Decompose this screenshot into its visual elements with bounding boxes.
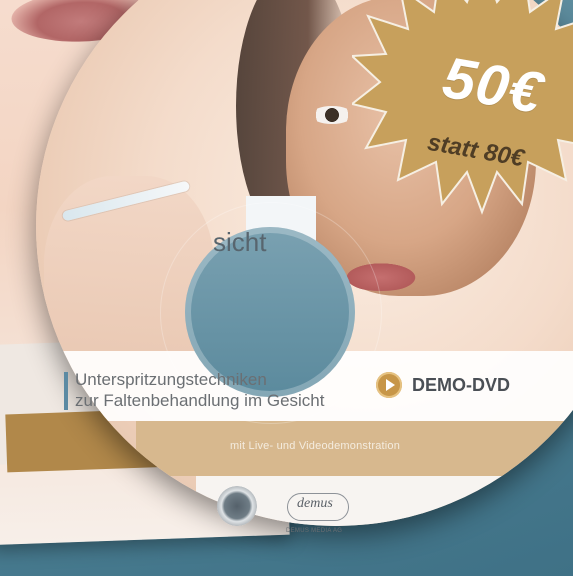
- title-accent-bar: [64, 372, 68, 410]
- disc-subtitle: mit Live- und Videodemonstration: [230, 440, 401, 452]
- society-seal-icon: [217, 486, 257, 526]
- demo-dvd-label: DEMO-DVD: [376, 372, 510, 398]
- publisher-name: DEMUS MEDIA AG: [286, 528, 343, 534]
- publisher-logo-text: demus: [297, 496, 333, 511]
- disc-title-line2: zur Faltenbehandlung im Gesicht: [75, 391, 325, 410]
- model-eye: [311, 106, 353, 124]
- play-icon: [376, 372, 402, 398]
- partial-title: sicht: [213, 227, 267, 257]
- demo-dvd-text: DEMO-DVD: [412, 374, 510, 395]
- disc-title-line1: Unterspritzungstechniken: [75, 370, 267, 389]
- product-image: sicht Unterspritzungstechniken zur Falte…: [0, 0, 573, 576]
- disc-title: Unterspritzungstechniken zur Faltenbehan…: [75, 369, 324, 411]
